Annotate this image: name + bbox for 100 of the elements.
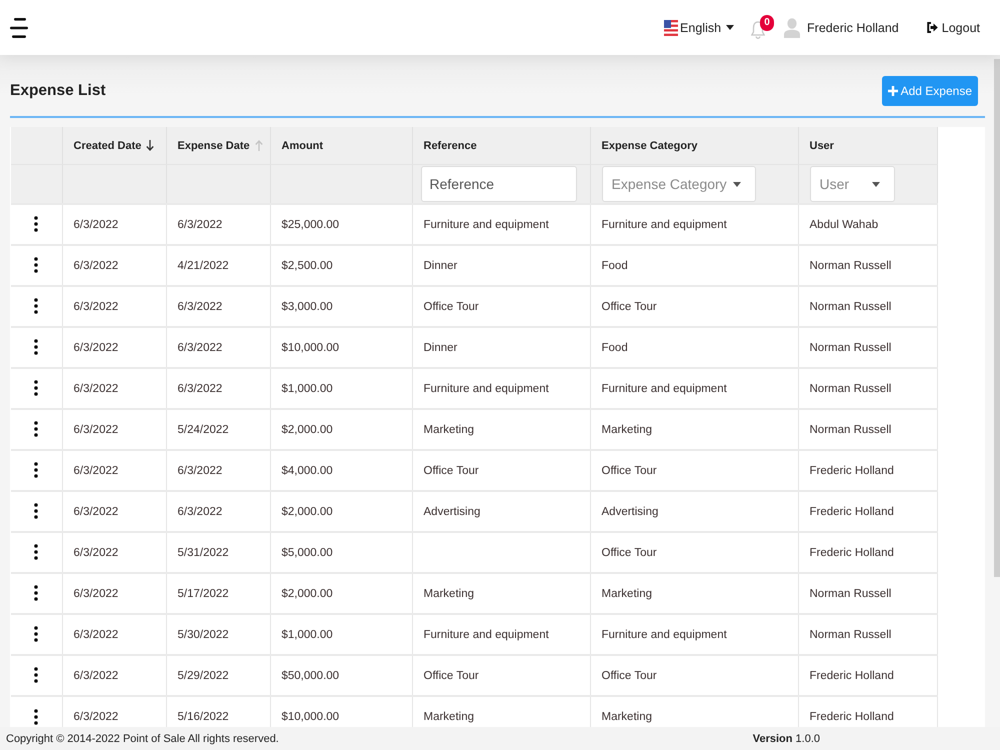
table-cell: 6/3/2022 xyxy=(62,245,166,286)
menu-icon[interactable] xyxy=(10,18,28,38)
table-cell: Office Tour xyxy=(590,450,798,491)
table-cell: Furniture and equipment xyxy=(412,614,590,655)
notification-badge: 0 xyxy=(760,14,774,30)
column-header[interactable]: Created Date xyxy=(74,140,142,152)
table-cell: Furniture and equipment xyxy=(412,204,590,245)
table-cell: Office Tour xyxy=(590,286,798,327)
column-header: User xyxy=(810,140,834,152)
table-cell: 5/24/2022 xyxy=(166,409,270,450)
table-cell: Office Tour xyxy=(590,532,798,573)
column-header: Reference xyxy=(424,140,477,152)
table-cell: 5/31/2022 xyxy=(166,532,270,573)
kebab-menu-icon[interactable] xyxy=(34,544,38,560)
table-cell: Office Tour xyxy=(412,286,590,327)
table-cell: 6/3/2022 xyxy=(166,368,270,409)
kebab-menu-icon[interactable] xyxy=(34,421,38,438)
kebab-menu-icon[interactable] xyxy=(34,257,38,274)
notifications-button[interactable]: 0 xyxy=(750,14,774,40)
table-cell: Dinner xyxy=(412,327,590,368)
table-cell: 6/3/2022 xyxy=(166,450,270,491)
kebab-menu-icon[interactable] xyxy=(34,503,38,520)
language-dropdown[interactable]: English xyxy=(664,20,734,36)
kebab-menu-icon[interactable] xyxy=(34,380,38,396)
table-cell: Norman Russell xyxy=(798,245,937,286)
kebab-menu-icon[interactable] xyxy=(34,298,38,314)
table-cell: 6/3/2022 xyxy=(62,327,166,368)
table-cell: Furniture and equipment xyxy=(590,614,798,655)
user-avatar-icon xyxy=(784,18,800,38)
table-cell: $25,000.00 xyxy=(270,204,412,245)
table-cell: $3,000.00 xyxy=(270,286,412,327)
kebab-menu-icon[interactable] xyxy=(34,339,38,356)
table-cell: Norman Russell xyxy=(798,327,937,368)
table-cell: Office Tour xyxy=(412,450,590,491)
table-cell: Food xyxy=(590,327,798,368)
kebab-menu-icon[interactable] xyxy=(34,708,38,725)
table-cell: $2,500.00 xyxy=(270,245,412,286)
logout-button[interactable]: Logout xyxy=(926,20,980,34)
table-cell: Abdul Wahab xyxy=(798,204,937,245)
caret-icon xyxy=(872,182,880,186)
table-cell: Marketing xyxy=(590,573,798,614)
column-header[interactable]: Expense Date xyxy=(178,140,250,152)
table-cell: 6/3/2022 xyxy=(62,532,166,573)
table-cell: Frederic Holland xyxy=(798,655,937,696)
column-header: Amount xyxy=(282,140,324,152)
kebab-menu-icon[interactable] xyxy=(34,216,38,232)
table-cell: Norman Russell xyxy=(798,286,937,327)
table-cell: Norman Russell xyxy=(798,368,937,409)
table-cell: Frederic Holland xyxy=(798,450,937,491)
table-cell: Frederic Holland xyxy=(798,491,937,532)
table-cell: 6/3/2022 xyxy=(62,573,166,614)
table-cell: Norman Russell xyxy=(798,573,937,614)
table-cell: 6/3/2022 xyxy=(62,655,166,696)
table-cell: 6/3/2022 xyxy=(62,286,166,327)
table-cell: 6/3/2022 xyxy=(166,327,270,368)
sort-down-arrow-icon[interactable] xyxy=(146,140,154,151)
text-filter-field[interactable]: Reference xyxy=(420,166,576,202)
table-cell: Office Tour xyxy=(412,655,590,696)
caret-icon xyxy=(732,182,740,186)
table-cell: Food xyxy=(590,245,798,286)
table-cell: $5,000.00 xyxy=(270,532,412,573)
table-cell: 4/21/2022 xyxy=(166,245,270,286)
kebab-menu-icon[interactable] xyxy=(34,585,38,602)
table-cell: 5/17/2022 xyxy=(166,573,270,614)
table-cell: Norman Russell xyxy=(798,409,937,450)
table-cell: 6/3/2022 xyxy=(62,614,166,655)
table-cell: Furniture and equipment xyxy=(590,204,798,245)
table-cell: Office Tour xyxy=(590,655,798,696)
table-cell: 6/3/2022 xyxy=(62,409,166,450)
caret-icon xyxy=(726,25,734,30)
scrollbar-thumb[interactable] xyxy=(994,59,1000,577)
table-cell: Furniture and equipment xyxy=(412,368,590,409)
column-header: Expense Category xyxy=(602,140,698,152)
bell-icon xyxy=(751,20,766,40)
table-cell: $50,000.00 xyxy=(270,655,412,696)
table-cell: 6/3/2022 xyxy=(62,204,166,245)
copyright-text: Copyright © 2014-2022 Point of Sale All rights reserved. xyxy=(6,732,279,744)
version-text: Version 1.0.0 xyxy=(752,732,820,744)
table-cell: $4,000.00 xyxy=(270,450,412,491)
logout-icon xyxy=(926,22,938,33)
user-menu[interactable]: Frederic Holland xyxy=(784,18,899,38)
table-cell: 6/3/2022 xyxy=(62,368,166,409)
plus-icon xyxy=(888,86,898,96)
table-cell: $2,000.00 xyxy=(270,573,412,614)
table-cell: 6/3/2022 xyxy=(166,491,270,532)
table-cell: Marketing xyxy=(412,573,590,614)
table-cell: 5/30/2022 xyxy=(166,614,270,655)
kebab-menu-icon[interactable] xyxy=(34,462,38,478)
page-title: Expense List xyxy=(10,82,106,100)
table-cell: $2,000.00 xyxy=(270,491,412,532)
flag-icon xyxy=(664,20,678,36)
kebab-menu-icon[interactable] xyxy=(34,626,38,642)
table-cell: Advertising xyxy=(590,491,798,532)
table-cell: Advertising xyxy=(412,491,590,532)
table-cell: $10,000.00 xyxy=(270,327,412,368)
table-cell: 6/3/2022 xyxy=(62,450,166,491)
kebab-menu-icon[interactable] xyxy=(34,667,38,684)
table-cell: Marketing xyxy=(412,409,590,450)
table-cell: 6/3/2022 xyxy=(166,286,270,327)
table-cell: Furniture and equipment xyxy=(590,368,798,409)
